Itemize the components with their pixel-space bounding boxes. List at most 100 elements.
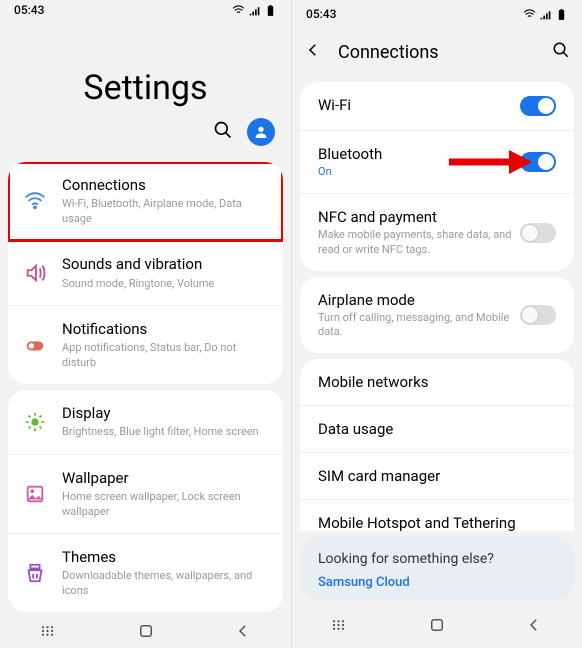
conn-item-sim-card-manager[interactable]: SIM card manager xyxy=(300,453,574,500)
item-subtitle: Wi-Fi, Bluetooth, Airplane mode, Data us… xyxy=(62,197,267,226)
settings-screen: 05:43 Settings ConnectionsWi-Fi, Bluetoo… xyxy=(0,0,291,648)
item-title: Display xyxy=(62,404,267,424)
item-text: ThemesDownloadable themes, wallpapers, a… xyxy=(62,548,267,598)
wifi-icon xyxy=(232,4,245,17)
item-text: DisplayBrightness, Blue light filter, Ho… xyxy=(62,404,267,440)
clock: 05:43 xyxy=(14,3,44,17)
conn-item-wi-fi[interactable]: Wi-Fi xyxy=(300,82,574,131)
battery-icon xyxy=(264,4,277,17)
toggle-bluetooth[interactable] xyxy=(520,152,556,172)
item-subtitle: Turn off calling, messaging, and Mobile … xyxy=(318,311,520,340)
item-title: Mobile networks xyxy=(318,373,556,391)
back-icon xyxy=(234,622,252,640)
item-title: SIM card manager xyxy=(318,467,556,485)
status-bar: 05:43 xyxy=(292,0,582,28)
page-title: Connections xyxy=(338,42,536,63)
wallpaper-icon xyxy=(24,483,46,505)
back-button[interactable] xyxy=(304,41,322,63)
signal-icon xyxy=(539,8,552,21)
toggle-wi-fi[interactable] xyxy=(520,96,556,116)
conn-item-mobile-hotspot-and-tethering[interactable]: Mobile Hotspot and Tethering xyxy=(300,500,574,531)
item-text: NotificationsApp notifications, Status b… xyxy=(62,320,267,370)
settings-item-themes[interactable]: ThemesDownloadable themes, wallpapers, a… xyxy=(8,534,283,612)
settings-item-connections[interactable]: ConnectionsWi-Fi, Bluetooth, Airplane mo… xyxy=(8,162,283,241)
search-button[interactable] xyxy=(213,120,233,144)
wifi-icon xyxy=(24,190,46,212)
item-title: Notifications xyxy=(62,320,267,340)
page-title: Settings xyxy=(83,68,207,108)
recents-button[interactable] xyxy=(40,622,58,644)
home-button[interactable] xyxy=(137,622,155,644)
home-icon xyxy=(428,616,446,634)
settings-item-sounds-and-vibration[interactable]: Sounds and vibrationSound mode, Ringtone… xyxy=(8,241,283,306)
search-icon xyxy=(552,41,570,59)
battery-icon xyxy=(555,8,568,21)
item-text: BluetoothOn xyxy=(318,145,520,179)
conn-item-data-usage[interactable]: Data usage xyxy=(300,406,574,453)
toggle-airplane-mode[interactable] xyxy=(520,305,556,325)
connections-screen: 05:43 Connections Wi-Fi BluetoothOn NFC a… xyxy=(291,0,582,648)
status-icons xyxy=(232,4,277,17)
home-icon xyxy=(137,622,155,640)
status-bar: 05:43 xyxy=(0,0,291,20)
item-text: NFC and payment Make mobile payments, sha… xyxy=(318,208,520,257)
notif-icon xyxy=(24,334,46,356)
display-icon xyxy=(24,411,46,433)
item-title: Mobile Hotspot and Tethering xyxy=(318,514,556,531)
themes-icon xyxy=(24,562,46,584)
suggestions-title: Looking for something else? xyxy=(318,551,556,567)
item-subtitle: Brightness, Blue light filter, Home scre… xyxy=(62,425,267,439)
item-text: Sounds and vibrationSound mode, Ringtone… xyxy=(62,255,267,291)
item-title: Connections xyxy=(62,176,267,196)
item-title: Airplane mode xyxy=(318,291,520,309)
clock: 05:43 xyxy=(306,7,336,21)
status-icons xyxy=(523,8,568,21)
connections-group: Wi-Fi BluetoothOn NFC and payment Make mob… xyxy=(300,82,574,271)
item-subtitle: Downloadable themes, wallpapers, and ico… xyxy=(62,569,267,598)
item-text: Mobile networks xyxy=(318,373,556,391)
nav-bar xyxy=(0,618,291,648)
item-subtitle: Home screen wallpaper, Lock screen wallp… xyxy=(62,490,267,519)
back-button[interactable] xyxy=(234,622,252,644)
item-title: Themes xyxy=(62,548,267,568)
toggle-nfc-and-payment[interactable] xyxy=(520,223,556,243)
back-button[interactable] xyxy=(525,616,543,638)
sound-icon xyxy=(24,262,46,284)
connections-group: Mobile networks Data usage SIM card manage… xyxy=(300,359,574,531)
nav-bar xyxy=(292,606,582,648)
item-title: Sounds and vibration xyxy=(62,255,267,275)
header: Settings xyxy=(0,20,291,156)
settings-item-wallpaper[interactable]: WallpaperHome screen wallpaper, Lock scr… xyxy=(8,455,283,534)
item-text: Data usage xyxy=(318,420,556,438)
recents-button[interactable] xyxy=(331,616,349,638)
item-text: Mobile Hotspot and Tethering xyxy=(318,514,556,531)
settings-item-display[interactable]: DisplayBrightness, Blue light filter, Ho… xyxy=(8,390,283,455)
search-button[interactable] xyxy=(552,41,570,63)
item-text: WallpaperHome screen wallpaper, Lock scr… xyxy=(62,469,267,519)
search-icon xyxy=(213,120,233,140)
item-title: Bluetooth xyxy=(318,145,520,163)
suggestion-link[interactable]: Samsung Cloud xyxy=(318,575,556,590)
conn-item-bluetooth[interactable]: BluetoothOn xyxy=(300,131,574,194)
item-text: SIM card manager xyxy=(318,467,556,485)
signal-icon xyxy=(248,4,261,17)
topbar: Connections xyxy=(292,28,582,76)
conn-item-nfc-and-payment[interactable]: NFC and payment Make mobile payments, sha… xyxy=(300,194,574,271)
item-subtitle: Make mobile payments, share data, and re… xyxy=(318,228,520,257)
recents-icon xyxy=(40,622,58,640)
settings-item-notifications[interactable]: NotificationsApp notifications, Status b… xyxy=(8,306,283,384)
home-button[interactable] xyxy=(428,616,446,638)
item-text: ConnectionsWi-Fi, Bluetooth, Airplane mo… xyxy=(62,176,267,226)
conn-item-airplane-mode[interactable]: Airplane mode Turn off calling, messaging… xyxy=(300,277,574,354)
account-button[interactable] xyxy=(247,118,275,146)
item-title: NFC and payment xyxy=(318,208,520,226)
suggestions-card: Looking for something else? Samsung Clou… xyxy=(300,537,574,600)
conn-item-mobile-networks[interactable]: Mobile networks xyxy=(300,359,574,406)
item-text: Airplane mode Turn off calling, messaging… xyxy=(318,291,520,340)
person-icon xyxy=(253,124,269,140)
item-subtitle: App notifications, Status bar, Do not di… xyxy=(62,341,267,370)
item-title: Wallpaper xyxy=(62,469,267,489)
wifi-icon xyxy=(523,8,536,21)
item-text: Wi-Fi xyxy=(318,96,520,116)
back-icon xyxy=(525,616,543,634)
